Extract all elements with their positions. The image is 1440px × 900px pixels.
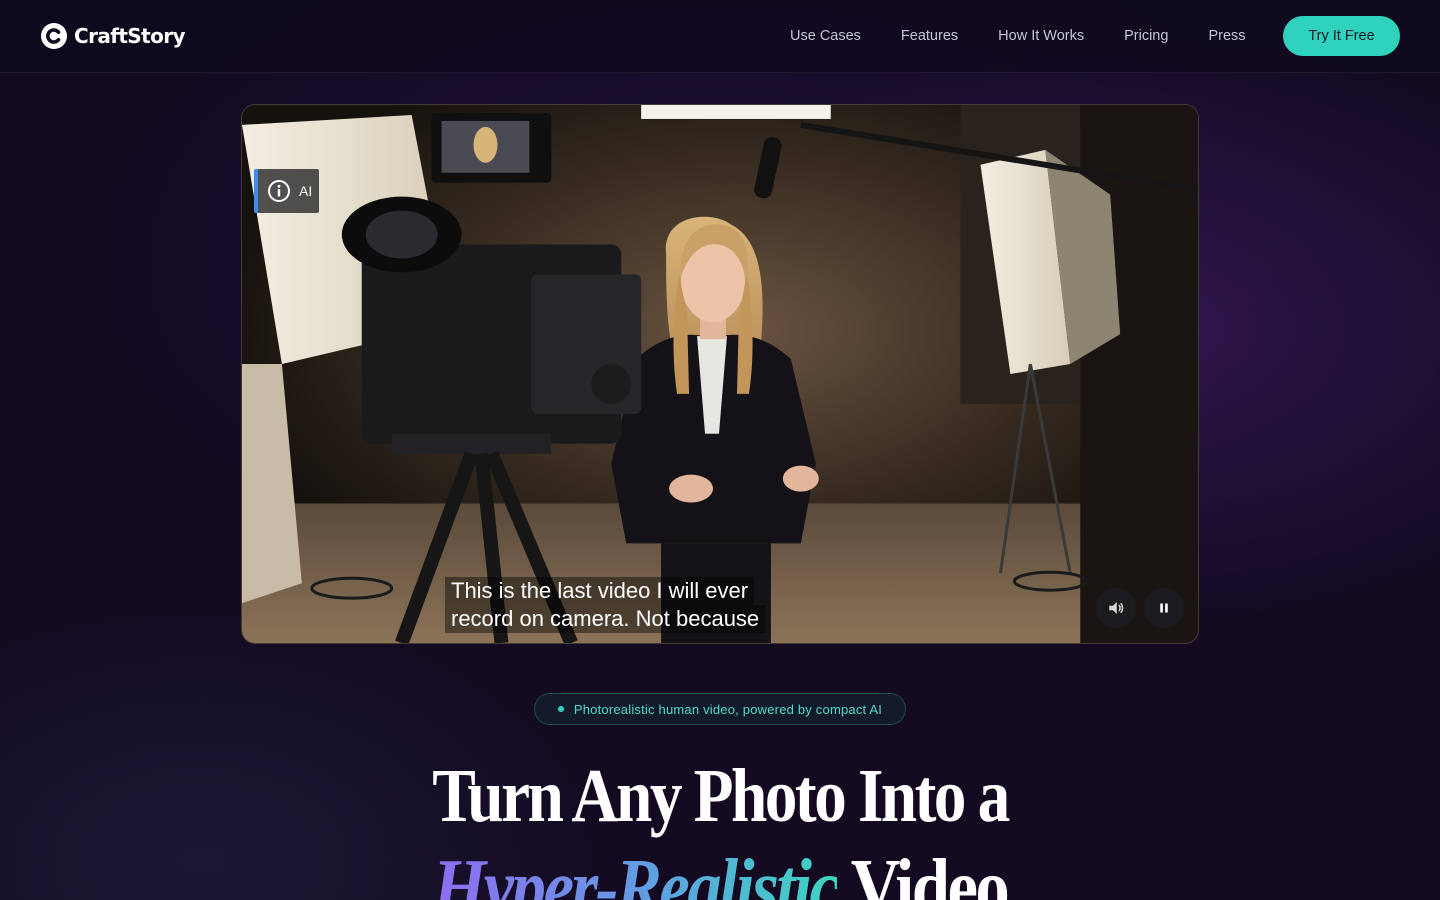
nav-link-features[interactable]: Features <box>901 28 958 44</box>
video-frame <box>242 105 1198 643</box>
brand-name: CraftStory <box>74 24 186 48</box>
tagline-text: Photorealistic human video, powered by c… <box>573 701 883 717</box>
nav-link-use-cases[interactable]: Use Cases <box>790 28 861 44</box>
headline-end: Video <box>850 844 1010 900</box>
hero-video-player[interactable]: AI This is the last video I will ever re… <box>241 104 1199 644</box>
brand-logo[interactable]: CraftStory <box>40 21 186 51</box>
info-icon <box>268 180 290 202</box>
headline-line-2: Hyper-Realistic Video <box>101 840 1339 900</box>
logo-icon <box>41 23 67 49</box>
volume-button[interactable] <box>1096 588 1136 628</box>
site-header: CraftStory Use Cases Features How It Wor… <box>0 0 1440 73</box>
main-nav: Use Cases Features How It Works Pricing … <box>790 28 1286 44</box>
hero-headline: Turn Any Photo Into a Hyper-Realistic Vi… <box>0 752 1440 900</box>
ai-badge-label: AI <box>299 183 313 199</box>
headline-accent: Hyper-Realistic <box>433 844 840 900</box>
video-caption: This is the last video I will ever recor… <box>445 577 805 633</box>
pause-icon <box>1160 603 1168 613</box>
caption-line-2: record on camera. Not because <box>445 605 766 633</box>
try-it-free-button[interactable]: Try It Free <box>1283 16 1400 56</box>
status-dot <box>557 706 564 712</box>
pause-button[interactable] <box>1144 588 1184 628</box>
ai-disclosure-badge[interactable]: AI <box>254 169 319 213</box>
tagline-pill: Photorealistic human video, powered by c… <box>534 693 906 725</box>
nav-link-pricing[interactable]: Pricing <box>1124 28 1168 44</box>
speaker-icon <box>1109 602 1124 614</box>
headline-line-1: Turn Any Photo Into a <box>432 754 1010 838</box>
nav-link-how-it-works[interactable]: How It Works <box>998 28 1084 44</box>
nav-link-press[interactable]: Press <box>1208 28 1245 44</box>
caption-line-1: This is the last video I will ever <box>445 577 755 605</box>
